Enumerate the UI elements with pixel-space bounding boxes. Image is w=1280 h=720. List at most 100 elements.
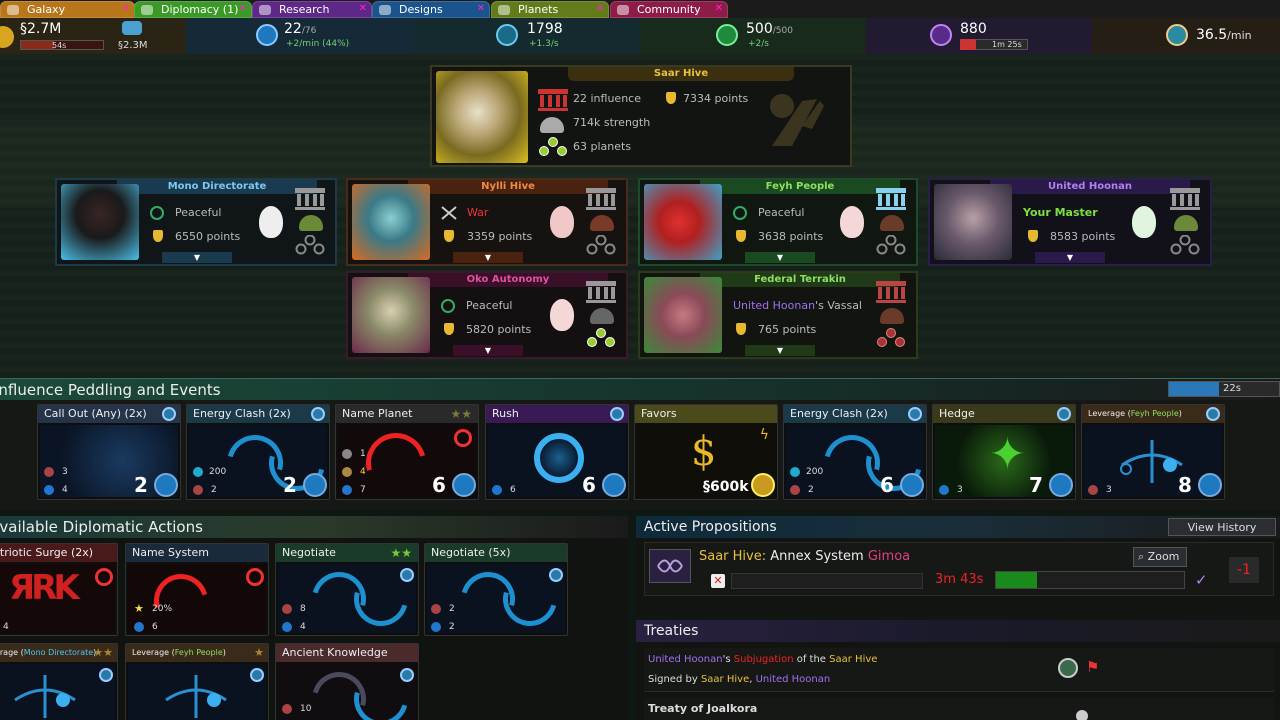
energy-resource[interactable]: 1798 +1.3/s — [414, 18, 640, 54]
defense-rate: +2/s — [748, 39, 769, 49]
close-icon[interactable]: ✕ — [596, 3, 604, 14]
event-card-hedge[interactable]: Hedge ✦ 3 7 — [932, 404, 1076, 500]
embassy-icon — [295, 188, 325, 210]
tab-bar: Galaxy ✕ Diplomacy (1) ✕ Research ✕ Designs… — [0, 0, 1280, 18]
event-card-call-out[interactable]: Call Out (Any) (2x) 3 4 2 — [37, 404, 181, 500]
expand-dropdown[interactable]: ▼ — [745, 252, 815, 263]
timer-icon — [549, 568, 563, 582]
diplo-card-leverage-feyh[interactable]: Leverage (Feyh People) ★ — [125, 643, 269, 720]
vote-check-icon[interactable]: ✓ — [1195, 571, 1208, 589]
money-resource[interactable]: §2.7M 54s §2.3M — [0, 18, 186, 54]
fte-resource[interactable]: 36.5/min — [1092, 18, 1280, 54]
tab-community[interactable]: Community ✕ — [610, 1, 728, 18]
timer-icon — [400, 568, 414, 582]
planets-count: 63 planets — [573, 140, 632, 153]
leverage-scale-icon — [14, 675, 76, 718]
buy-money-button[interactable] — [751, 473, 775, 497]
play-card-button[interactable] — [900, 473, 924, 497]
star-icon: ★ — [254, 646, 264, 659]
empire-card-mono-directorate[interactable]: Mono Directorate Peaceful 6550 points ▼ — [55, 178, 337, 266]
plus-icon[interactable] — [960, 39, 976, 50]
expand-dropdown[interactable]: ▼ — [453, 345, 523, 356]
attitude-mask-icon — [550, 299, 574, 331]
event-card-name-planet[interactable]: Name Planet ★★ 1 4 7 6 — [335, 404, 479, 500]
expand-dropdown[interactable]: ▼ — [1035, 252, 1105, 263]
timer-icon — [250, 668, 264, 682]
treaties-header: Treaties — [636, 620, 1280, 642]
close-icon[interactable]: ✕ — [477, 3, 485, 14]
close-icon[interactable]: ✕ — [239, 3, 247, 14]
influence-resource[interactable]: 22/76 +2/min (44%) — [186, 18, 414, 54]
tab-research[interactable]: Research ✕ — [252, 1, 372, 18]
play-card-button[interactable] — [602, 473, 626, 497]
tab-label: Community — [637, 3, 701, 16]
treaty-item[interactable]: United Hoonan's Subjugation of the Saar … — [644, 648, 1274, 692]
diplo-card-name-system[interactable]: Name System ★ 20% 6 — [125, 543, 269, 636]
influence-icon — [256, 24, 278, 46]
tab-label: Designs — [399, 3, 443, 16]
card-stat: 3 — [62, 467, 68, 477]
card-stat: 200 — [209, 467, 227, 477]
diplo-card-leverage-mono[interactable]: Leverage (Mono Directorate) ★★ — [0, 643, 118, 720]
diplo-card-negotiate[interactable]: Negotiate ★★ 8 4 — [275, 543, 419, 636]
relation-status: Peaceful — [175, 206, 222, 219]
empire-card-oko-autonomy[interactable]: Oko Autonomy Peaceful 5820 points ▼ — [346, 271, 628, 359]
empire-portrait — [436, 71, 528, 163]
play-card-button[interactable] — [1198, 473, 1222, 497]
tab-galaxy[interactable]: Galaxy ✕ — [0, 1, 135, 18]
event-card-energy-clash[interactable]: Energy Clash (2x) 200 2 2 — [186, 404, 330, 500]
card-title: Patriotic Surge (2x) — [0, 544, 117, 562]
diplo-card-ancient-knowledge[interactable]: Ancient Knowledge 10 — [275, 643, 419, 720]
play-card-button[interactable] — [154, 473, 178, 497]
treaty-item[interactable]: Treaty of Joalkora — [644, 698, 1274, 720]
empire-name: United Hoonan — [990, 180, 1190, 194]
proposition-timer: 3m 43s — [935, 572, 984, 587]
money-icon — [0, 26, 14, 48]
zoom-button[interactable]: ⌕ Zoom — [1133, 547, 1187, 567]
vote-progress-fill — [996, 572, 1038, 588]
energy-icon — [790, 467, 800, 477]
defense-resource[interactable]: 500/500 +2/s — [640, 18, 866, 54]
expand-dropdown[interactable]: ▼ — [453, 252, 523, 263]
tab-planets[interactable]: Planets ✕ — [491, 1, 609, 18]
proposition-item[interactable]: Saar Hive: Annex System Gimoa ✕ 3m 43s ⌕… — [644, 542, 1274, 596]
tab-diplomacy[interactable]: Diplomacy (1) ✕ — [134, 1, 252, 18]
event-card-favors[interactable]: Favors $ ϟ §600k — [634, 404, 778, 500]
strength-icon — [540, 117, 564, 133]
diplo-card-negotiate-5x[interactable]: Negotiate (5x) 2 2 — [424, 543, 568, 636]
medal-icon — [666, 92, 676, 104]
zoom-icon: ⌕ — [1138, 550, 1145, 563]
event-card-rush[interactable]: Rush 6 6 — [485, 404, 629, 500]
play-card-button[interactable] — [452, 473, 476, 497]
event-card-energy-clash-2[interactable]: Energy Clash (2x) 200 2 6 — [783, 404, 927, 500]
timer-icon — [610, 407, 624, 421]
close-icon[interactable]: ✕ — [715, 3, 723, 14]
research-resource[interactable]: 880 1m 25s — [866, 18, 1092, 54]
empire-card-nylli-hive[interactable]: Nylli Hive War 3359 points ▼ — [346, 178, 628, 266]
empire-card-saar-hive[interactable]: Saar Hive 22 influence 714k strength 63 … — [430, 65, 852, 167]
empire-card-united-hoonan[interactable]: United Hoonan Your Master 8583 points ▼ — [928, 178, 1212, 266]
card-stat: 200 — [806, 467, 824, 477]
diplo-card-patriotic-surge[interactable]: Patriotic Surge (2x) ЯRK 4 — [0, 543, 118, 636]
expand-dropdown[interactable]: ▼ — [745, 345, 815, 356]
close-icon[interactable]: ✕ — [359, 3, 367, 14]
treaty-title: United Hoonan's Subjugation of the Saar … — [648, 654, 878, 665]
empire-portrait — [61, 184, 139, 260]
community-icon — [617, 4, 629, 15]
treaty-signers: Signed by Saar Hive, United Hoonan — [648, 674, 831, 685]
empire-card-federal-terrakin[interactable]: Federal Terrakin United Hoonan's Vassal … — [638, 271, 918, 359]
view-history-button[interactable]: View History — [1168, 518, 1276, 536]
tab-designs[interactable]: Designs ✕ — [372, 1, 490, 18]
empire-name: Saar Hive — [568, 67, 794, 81]
empire-card-feyh-people[interactable]: Feyh People Peaceful 3638 points ▼ — [638, 178, 918, 266]
event-card-leverage[interactable]: Leverage (Feyh People) 3 8 — [1081, 404, 1225, 500]
leverage-scale-icon — [165, 675, 227, 718]
play-card-button[interactable] — [1049, 473, 1073, 497]
play-card-button[interactable] — [303, 473, 327, 497]
veto-icon[interactable]: ✕ — [711, 574, 725, 588]
expand-dropdown[interactable]: ▼ — [162, 252, 232, 263]
medal-icon — [444, 323, 454, 335]
planets-icon — [877, 328, 905, 347]
empire-name: Oko Autonomy — [408, 273, 608, 287]
close-icon[interactable]: ✕ — [122, 3, 130, 14]
